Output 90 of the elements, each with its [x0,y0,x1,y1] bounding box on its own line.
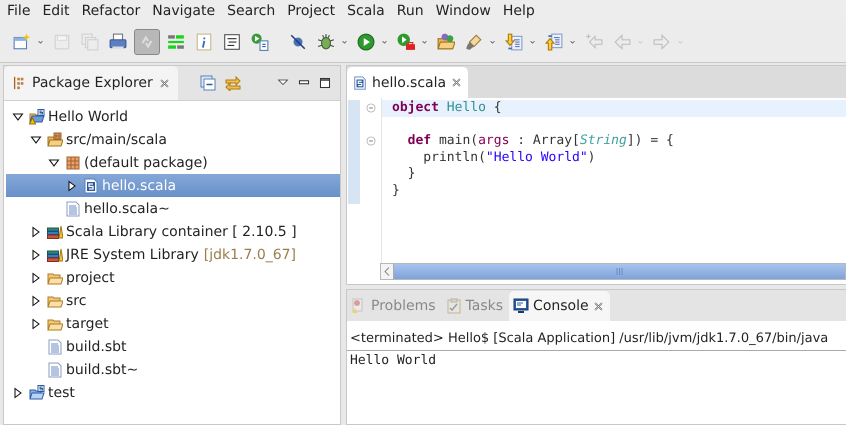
collapsed-arrow-icon[interactable] [12,386,24,398]
panel-tab[interactable]: Console [509,291,610,321]
tree-item[interactable]: src/main/scala [6,128,340,151]
close-icon[interactable] [158,78,170,88]
menu-item[interactable]: File [1,3,36,19]
caret-icon[interactable] [341,40,348,44]
maximize-icon[interactable] [318,77,331,89]
collapsed-arrow-icon[interactable] [30,248,42,260]
caret-icon[interactable] [569,40,576,44]
collapsed-arrow-icon[interactable] [30,318,42,330]
code-line: } [392,182,400,198]
caret-icon[interactable] [489,40,496,44]
scala-file-icon [353,74,367,90]
clipboard-check-icon [446,298,462,314]
breakpoint-slash-icon[interactable] [289,33,307,51]
caret-icon[interactable] [37,40,44,44]
printer-icon[interactable] [109,33,127,51]
caret-icon[interactable] [421,40,428,44]
menu-item[interactable]: Search [221,3,282,19]
tree-item[interactable]: build.sbt [6,335,340,358]
code-line: } [406,166,416,181]
run-document-icon[interactable] [251,33,269,51]
menu-item[interactable]: Refactor [76,3,146,19]
expanded-arrow-icon[interactable] [12,110,24,122]
collapsed-arrow-icon[interactable] [30,272,42,284]
package-icon [65,154,81,170]
down-arrow-document-icon[interactable] [505,33,523,51]
bug-icon[interactable] [317,33,335,51]
collapsed-arrow-icon[interactable] [66,180,78,192]
collapse-all-icon[interactable] [200,75,216,91]
fold-icon[interactable] [366,136,376,146]
menu-item[interactable]: Navigate [146,3,222,19]
tree-item[interactable]: (default package) [6,151,340,174]
info-icon[interactable] [195,33,213,51]
console-header: <terminated> Hello$ [Scala Application] /usr/lib/jvm/jdk1.7.0_67/bin/java [347,321,846,351]
tree-item[interactable]: test [6,381,340,404]
collapsed-arrow-icon[interactable] [30,226,42,238]
tree-item[interactable]: target [6,312,340,335]
editor-tab[interactable]: hello.scala [347,67,468,98]
tree-item[interactable]: project [6,266,340,289]
caret-icon[interactable] [529,40,536,44]
menu-item[interactable]: Help [496,3,541,19]
open-folder-icon[interactable] [437,33,455,51]
collapsed-arrow-icon[interactable] [30,294,42,306]
console-output: Hello World [349,352,438,368]
document-icon [47,338,63,354]
books-icon [47,224,63,240]
link-arrows-icon[interactable] [224,75,241,91]
menu-item[interactable]: Run [390,3,430,19]
run-toolbox-icon[interactable] [397,33,415,51]
package-explorer-tab[interactable]: Package Explorer [4,66,178,100]
text-lines-icon[interactable] [223,33,241,51]
bars-icon[interactable] [167,33,185,51]
code-line: println("Hello World") [422,150,596,164]
menu-item[interactable]: Scala [341,3,391,19]
package-explorer-icon [12,76,26,90]
caret-icon[interactable] [381,40,388,44]
run-icon[interactable] [357,33,375,51]
document-icon [47,362,63,378]
tree-item[interactable]: Scala Library container [ 2.10.5 ] [6,220,340,243]
code-line: def main(args : Array[String]) = { [406,133,674,148]
project-folder-icon [29,384,45,400]
books-icon [47,246,63,262]
expanded-arrow-icon[interactable] [48,156,60,168]
tree-item[interactable]: hello.scala~ [6,197,340,220]
brush-icon[interactable] [465,33,483,51]
scroll-left-button[interactable] [381,264,394,279]
toggle-button[interactable] [134,29,160,55]
version-label: [jdk1.7.0_67] [204,246,296,262]
up-arrow-document-icon[interactable] [545,33,563,51]
tree-item[interactable]: build.sbt~ [6,358,340,381]
tree-item[interactable]: JRE System Library [jdk1.7.0_67] [6,243,340,266]
tree-item[interactable]: src [6,289,340,312]
package-folder-icon [47,132,63,148]
tree-item[interactable]: Hello World [6,105,340,128]
scala-file-icon [83,178,99,194]
new-window-icon[interactable] [13,33,31,51]
close-icon[interactable] [451,77,462,88]
monitor-icon [513,298,530,314]
tree-label: JRE System Library [66,246,199,262]
menu-item[interactable]: Window [430,3,497,19]
grip-icon [616,268,623,275]
code-line: object Hello { [392,100,502,115]
project-folder-icon [29,108,45,124]
menu-item[interactable]: Edit [36,3,76,19]
expanded-arrow-icon[interactable] [30,134,42,146]
close-icon[interactable] [592,300,604,312]
fold-icon[interactable] [366,103,376,114]
menu-item[interactable]: Project [281,3,342,19]
document-icon [65,200,81,216]
